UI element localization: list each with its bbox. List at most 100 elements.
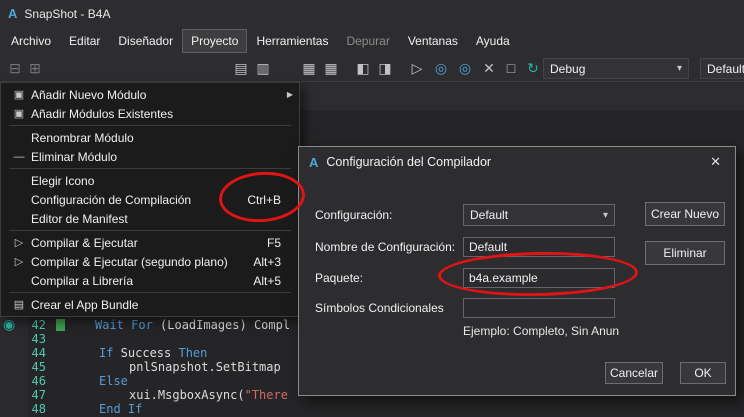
- menu-depurar[interactable]: Depurar: [337, 29, 398, 53]
- code-text: Wait For: [95, 318, 153, 332]
- usb-debug-icon[interactable]: ◎: [456, 59, 474, 77]
- marker-slot: [56, 361, 69, 373]
- stop-icon[interactable]: □: [502, 59, 520, 77]
- panel-left-icon[interactable]: ▤: [232, 59, 250, 77]
- toolbar: ⊟ ⊞ ▤ ▥ ▦ ▦ ◧ ◨ ▷ ◎ ◎ ✕ □ ↻ Debug ▾ Defa…: [0, 55, 744, 82]
- menu-item-compilar-ejecutar[interactable]: ▷ Compilar & Ejecutar F5: [1, 233, 299, 252]
- config-name-field[interactable]: [463, 237, 615, 257]
- bridge-icon[interactable]: ◎: [432, 59, 450, 77]
- menu-disenador[interactable]: Diseñador: [109, 29, 182, 53]
- menu-item-shortcut: Alt+5: [253, 273, 281, 288]
- remove-module-icon: —: [13, 150, 25, 163]
- line-number: 46: [31, 374, 46, 388]
- config-label: Configuración:: [315, 208, 393, 222]
- menu-item-shortcut: Ctrl+B: [247, 192, 281, 207]
- menu-separator: [9, 292, 291, 293]
- modules-icon[interactable]: ▦: [300, 59, 318, 77]
- ok-button[interactable]: OK: [680, 362, 726, 384]
- menu-item-elegir-icono[interactable]: Elegir Icono: [1, 171, 299, 190]
- editor-quick-action-icon[interactable]: ◉: [3, 316, 15, 333]
- app-logo-icon: A: [309, 154, 319, 170]
- config-combo[interactable]: Default ▾: [463, 204, 615, 226]
- menu-editar[interactable]: Editar: [60, 29, 109, 53]
- line-number: 44: [31, 346, 46, 360]
- menu-item-renombrar-modulo[interactable]: Renombrar Módulo: [1, 128, 299, 147]
- app-logo-icon: A: [8, 6, 18, 21]
- menu-item-label: Eliminar Módulo: [31, 149, 118, 164]
- close-icon[interactable]: ✕: [706, 154, 725, 170]
- code-text: Else: [99, 374, 128, 388]
- delete-button[interactable]: Eliminar: [645, 241, 725, 265]
- split-left-icon[interactable]: ◧: [354, 59, 372, 77]
- menu-separator: [9, 230, 291, 231]
- menu-item-editor-de-manifest[interactable]: Editor de Manifest: [1, 209, 299, 228]
- marker-slot: [56, 333, 69, 345]
- line-number: 47: [31, 388, 46, 402]
- package-label: Paquete:: [315, 271, 364, 285]
- target-combo-value: Default: [707, 61, 744, 76]
- target-combo[interactable]: Default: [700, 58, 744, 79]
- menu-item-configuracion-de-compilacion[interactable]: Configuración de Compilación Ctrl+B: [1, 190, 299, 209]
- menu-item-eliminar-modulo[interactable]: — Eliminar Módulo: [1, 147, 299, 166]
- marker-slot: [56, 375, 69, 387]
- menu-item-compilar-a-libreria[interactable]: Compilar a Librería Alt+5: [1, 271, 299, 290]
- line-number: 48: [31, 402, 46, 416]
- code-text: Then: [178, 346, 208, 360]
- code-text: (LoadImages) Compl: [152, 318, 291, 332]
- designer-icon[interactable]: ⊞: [26, 59, 44, 77]
- build-config-combo-value: Debug: [550, 61, 586, 76]
- new-module-icon: ▣: [13, 89, 25, 101]
- menu-item-crear-el-app-bundle[interactable]: ▤ Crear el App Bundle: [1, 295, 299, 314]
- config-name-label: Nombre de Configuración:: [315, 240, 456, 254]
- menu-item-label: Añadir Módulos Existentes: [31, 106, 174, 121]
- menu-item-label: Compilar & Ejecutar: [31, 235, 138, 250]
- code-text: xui.MsgboxAsync(: [129, 388, 245, 402]
- menu-herramientas[interactable]: Herramientas: [247, 29, 337, 53]
- menu-ayuda[interactable]: Ayuda: [467, 29, 519, 53]
- code-text: If: [99, 346, 114, 360]
- project-menu: ▣ Añadir Nuevo Módulo ▶ ▣ Añadir Módulos…: [0, 82, 300, 317]
- code-text: End If: [99, 402, 143, 416]
- run-icon[interactable]: ▷: [408, 59, 426, 77]
- run-icon: ▷: [14, 256, 24, 268]
- app-window: A SnapShot - B4A Archivo Editar Diseñado…: [0, 0, 744, 417]
- menu-item-label: Crear el App Bundle: [31, 297, 139, 312]
- marker-slot: [56, 403, 69, 415]
- submenu-arrow-icon: ▶: [286, 90, 293, 99]
- menu-proyecto[interactable]: Proyecto: [182, 29, 248, 53]
- compiler-config-dialog: A Configuración del Compilador ✕ Configu…: [298, 146, 736, 396]
- menu-separator: [9, 168, 291, 169]
- views-icon[interactable]: ⊟: [6, 59, 24, 77]
- menu-item-label: Compilar & Ejecutar (segundo plano): [31, 254, 228, 269]
- menu-bar: Archivo Editar Diseñador Proyecto Herram…: [0, 27, 744, 55]
- chevron-down-icon: ▾: [676, 63, 682, 74]
- create-new-button[interactable]: Crear Nuevo: [645, 202, 725, 226]
- layouts-icon[interactable]: ▦: [322, 59, 340, 77]
- package-field[interactable]: [463, 268, 615, 288]
- marker-slot: [56, 347, 69, 359]
- build-config-combo[interactable]: Debug ▾: [543, 58, 689, 79]
- cancel-button[interactable]: Cancelar: [605, 362, 663, 384]
- split-right-icon[interactable]: ◨: [376, 59, 394, 77]
- dialog-title-bar: A Configuración del Compilador ✕: [299, 147, 735, 177]
- code-line[interactable]: 48 End If: [0, 402, 744, 416]
- conditional-symbols-field[interactable]: [463, 298, 615, 318]
- disconnect-icon[interactable]: ✕: [480, 59, 498, 77]
- menu-item-compilar-ejecutar-segundo-plano[interactable]: ▷ Compilar & Ejecutar (segundo plano) Al…: [1, 252, 299, 271]
- menu-item-label: Añadir Nuevo Módulo: [31, 87, 147, 102]
- marker-slot: [56, 389, 69, 401]
- app-bundle-icon: ▤: [13, 299, 25, 311]
- code-text: Success: [113, 346, 179, 360]
- menu-ventanas[interactable]: Ventanas: [399, 29, 467, 53]
- menu-item-shortcut: Alt+3: [253, 254, 281, 269]
- menu-item-label: Elegir Icono: [31, 173, 95, 188]
- conditional-symbols-label: Símbolos Condicionales: [315, 301, 444, 315]
- menu-item-anadir-modulos-existentes[interactable]: ▣ Añadir Módulos Existentes: [1, 104, 299, 123]
- logs-icon[interactable]: ↻: [524, 59, 542, 77]
- menu-item-label: Editor de Manifest: [31, 211, 128, 226]
- menu-item-anadir-nuevo-modulo[interactable]: ▣ Añadir Nuevo Módulo ▶: [1, 85, 299, 104]
- symbols-example-hint: Ejemplo: Completo, Sin Anun: [463, 324, 620, 338]
- panel-right-icon[interactable]: ▥: [254, 59, 272, 77]
- line-number: 43: [31, 332, 46, 346]
- menu-archivo[interactable]: Archivo: [2, 29, 60, 53]
